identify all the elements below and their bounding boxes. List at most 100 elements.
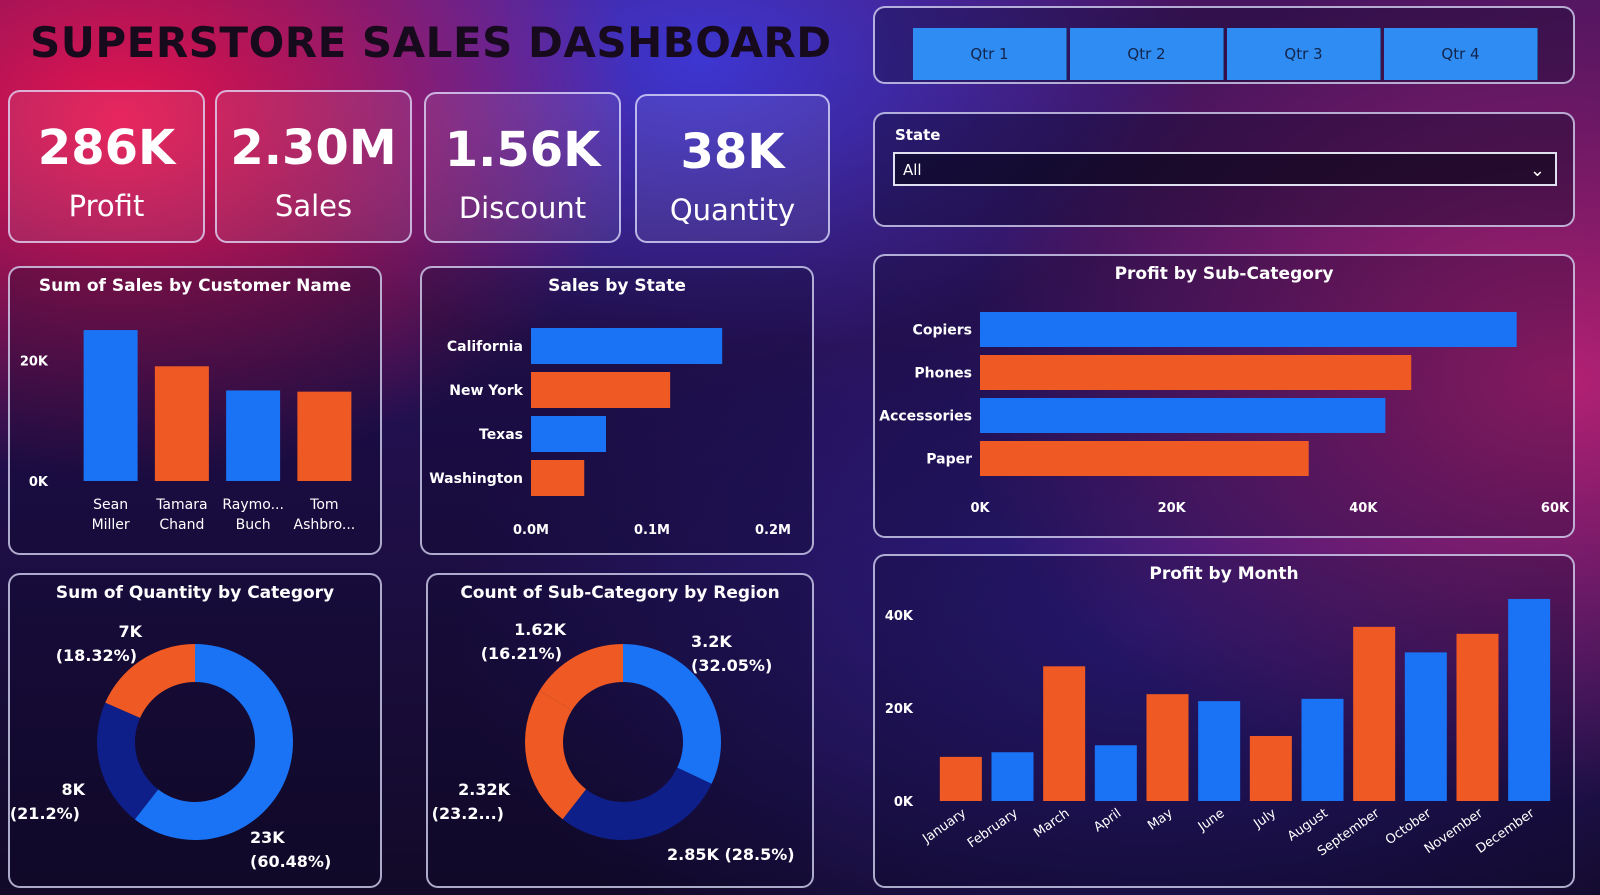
kpi-label: Profit xyxy=(68,188,145,223)
state-dropdown-value: All xyxy=(903,161,922,179)
slice-label: 7K xyxy=(118,622,142,641)
slice-label: 2.32K xyxy=(458,780,510,799)
y-tick-label: Copiers xyxy=(913,323,972,339)
x-tick-label: December xyxy=(1474,806,1538,857)
y-tick-label: 20K xyxy=(20,354,49,369)
bar xyxy=(83,330,138,481)
bar xyxy=(980,441,1309,476)
region-count-donut: 3.2K (32.05%) 2.85K (28.5%) 2.32K (23.2...) 1… xyxy=(432,620,795,864)
kpi-card-quantity: 38K Quantity xyxy=(635,94,830,243)
y-tick-label: 0K xyxy=(29,475,49,490)
bar xyxy=(1404,652,1447,801)
x-tick-label: Tom xyxy=(309,497,338,513)
slice-percent: (60.48%) xyxy=(250,852,331,871)
customer-sales-panel: Sum of Sales by Customer Name 0K 20K Sean M… xyxy=(8,266,382,555)
bar xyxy=(1456,633,1499,801)
kpi-label: Discount xyxy=(458,190,587,225)
kpi-card-sales: 2.30M Sales xyxy=(215,90,412,243)
bar xyxy=(991,752,1034,801)
x-tick-label: 0.0M xyxy=(513,523,549,538)
y-tick-label: 0K xyxy=(894,795,914,810)
slice-label: 2.85K (28.5%) xyxy=(667,845,795,864)
chevron-down-icon: ⌄ xyxy=(1529,160,1545,181)
kpi-label: Sales xyxy=(274,188,353,223)
kpi-value: 38K xyxy=(680,124,785,180)
bar xyxy=(1146,694,1189,801)
kpi-value: 2.30M xyxy=(230,120,397,176)
bar xyxy=(939,756,982,801)
qtr-2-button[interactable]: Qtr 2 xyxy=(1070,28,1224,80)
quantity-category-donut: 23K (60.48%) 8K (21.2%) 7K (18.32%) xyxy=(10,622,331,871)
kpi-value: 1.56K xyxy=(444,122,601,178)
state-filter-panel: State All ⌄ xyxy=(873,112,1575,227)
bar xyxy=(1043,666,1086,801)
x-tick-label: August xyxy=(1285,806,1331,844)
kpi-label: Quantity xyxy=(669,192,796,227)
bar xyxy=(531,328,723,364)
bar xyxy=(1301,698,1344,801)
x-tick-label: 60K xyxy=(1541,501,1570,516)
bar xyxy=(1508,598,1551,801)
qtr-3-button[interactable]: Qtr 3 xyxy=(1227,28,1381,80)
y-tick-label: Accessories xyxy=(879,409,972,425)
slice-percent: (23.2...) xyxy=(432,804,504,823)
bar xyxy=(1249,735,1292,801)
x-tick-label: 20K xyxy=(1158,501,1187,516)
bar xyxy=(154,366,209,481)
x-tick-label: 0K xyxy=(970,501,990,516)
slice-label: 3.2K xyxy=(691,632,732,651)
customer-sales-chart: 0K 20K Sean Miller Tamara Chand Raymo... Buch To… xyxy=(20,330,356,533)
slice-percent: (18.32%) xyxy=(56,646,137,665)
subcategory-profit-panel: Profit by Sub-Category Copiers Phones Acce… xyxy=(873,254,1575,538)
x-tick-label: Miller xyxy=(92,517,130,533)
state-sales-panel: Sales by State California New York Texas Wa… xyxy=(420,266,814,555)
y-tick-label: Texas xyxy=(479,427,523,443)
slice-label: 23K xyxy=(250,828,285,847)
y-tick-label: Phones xyxy=(914,366,972,382)
subcategory-profit-chart: Copiers Phones Accessories Paper 0K 20K 40K 60K xyxy=(879,312,1570,516)
slice-label: 1.62K xyxy=(514,620,566,639)
kpi-card-discount: 1.56K Discount xyxy=(424,92,621,243)
x-tick-label: Raymo... xyxy=(222,497,284,513)
slice-label: 8K xyxy=(61,780,85,799)
quantity-category-panel: Sum of Quantity by Category 23K (60.48%) 8… xyxy=(8,573,382,888)
y-tick-label: Paper xyxy=(926,452,972,468)
x-tick-label: Tamara xyxy=(155,497,207,513)
monthly-profit-chart: 0K 20K 40K JanuaryFebruary March April May June… xyxy=(885,598,1551,859)
x-tick-label: March xyxy=(1031,806,1072,841)
x-tick-label: May xyxy=(1145,806,1176,834)
x-tick-label: July xyxy=(1251,806,1280,832)
donut-slice xyxy=(562,767,712,840)
slice-percent: (21.2%) xyxy=(10,804,80,823)
bar xyxy=(980,355,1412,390)
slice-percent: (32.05%) xyxy=(691,656,772,675)
quarter-slicer: Qtr 1 Qtr 2 Qtr 3 Qtr 4 xyxy=(873,6,1575,84)
x-tick-label: 0.1M xyxy=(634,523,670,538)
kpi-card-profit: 286K Profit xyxy=(8,90,205,243)
x-tick-label: 40K xyxy=(1349,501,1378,516)
x-tick-label: 0.2M xyxy=(755,523,791,538)
x-tick-label: February xyxy=(965,806,1021,852)
slice-percent: (16.21%) xyxy=(481,644,562,663)
bar xyxy=(226,390,281,481)
x-tick-label: Ashbro... xyxy=(294,517,356,533)
x-tick-label: Buch xyxy=(236,517,271,533)
x-tick-label: Chand xyxy=(159,517,204,533)
bar xyxy=(1198,701,1241,801)
x-tick-label: April xyxy=(1091,806,1124,835)
y-tick-label: New York xyxy=(449,383,523,399)
state-dropdown[interactable]: All ⌄ xyxy=(893,152,1557,186)
state-sales-chart: California New York Texas Washington 0.0M 0.1… xyxy=(429,328,791,538)
y-tick-label: 40K xyxy=(885,609,914,624)
qtr-4-button[interactable]: Qtr 4 xyxy=(1384,28,1538,80)
bar xyxy=(531,372,671,408)
y-tick-label: 20K xyxy=(885,702,914,717)
qtr-1-button[interactable]: Qtr 1 xyxy=(913,28,1067,80)
x-tick-label: Sean xyxy=(93,497,128,513)
dashboard-title: SUPERSTORE SALES DASHBOARD xyxy=(30,18,832,67)
bar xyxy=(980,312,1517,347)
x-tick-label: June xyxy=(1195,806,1228,835)
y-tick-label: Washington xyxy=(429,471,523,487)
donut-slice xyxy=(525,690,587,820)
kpi-value: 286K xyxy=(37,120,176,176)
